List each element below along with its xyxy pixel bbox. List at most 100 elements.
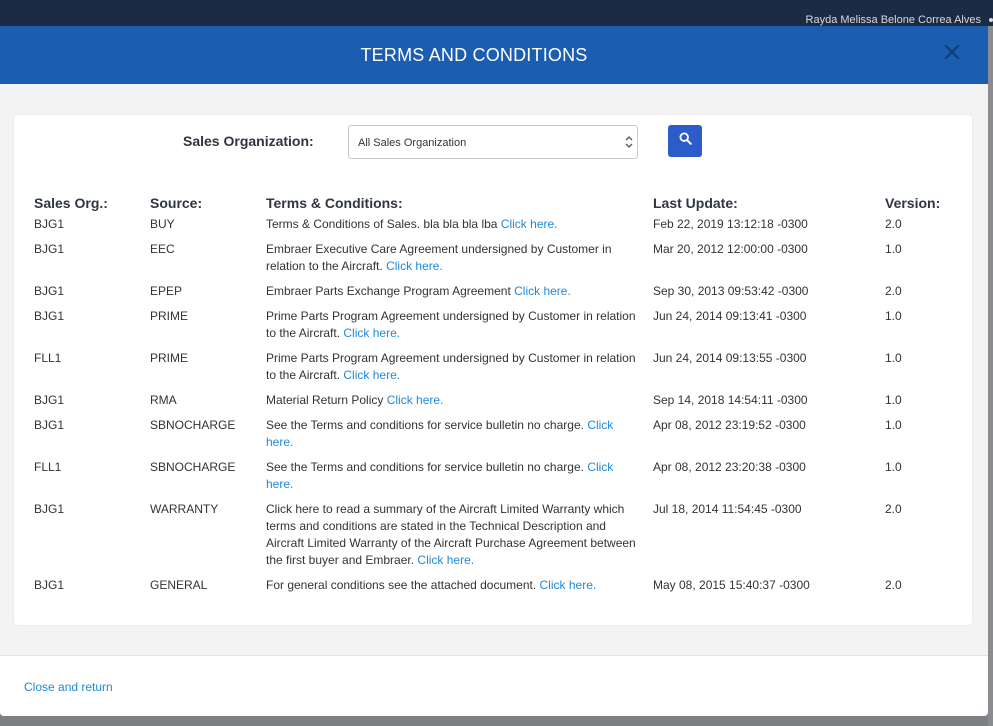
- column-header-sales-org: Sales Org.:: [34, 195, 108, 211]
- table-row: FLL1 SBNOCHARGE See the Terms and condit…: [28, 456, 948, 498]
- table-row: BJG1 GENERAL For general conditions see …: [28, 574, 948, 599]
- terms-text: Terms & Conditions of Sales. bla bla bla…: [266, 217, 498, 231]
- table-row: BJG1 SBNOCHARGE See the Terms and condit…: [28, 414, 948, 456]
- cell-terms: For general conditions see the attached …: [260, 574, 647, 599]
- cell-last-update: Mar 20, 2012 12:00:00 -0300: [653, 242, 808, 256]
- cell-source: EEC: [150, 242, 175, 256]
- cell-last-update: Apr 08, 2012 23:19:52 -0300: [653, 418, 806, 432]
- cell-terms: Click here to read a summary of the Airc…: [260, 498, 647, 574]
- table-row: BJG1 PRIME Prime Parts Program Agreement…: [28, 305, 948, 347]
- table-header-row: Sales Org.: Source: Terms & Conditions: …: [28, 191, 948, 213]
- cell-sales-org: BJG1: [34, 284, 65, 298]
- sales-organization-select[interactable]: All Sales Organization: [348, 125, 638, 159]
- modal-title: TERMS AND CONDITIONS: [360, 44, 588, 65]
- cell-sales-org: BJG1: [34, 309, 65, 323]
- cell-terms: Prime Parts Program Agreement undersigne…: [260, 347, 647, 389]
- cell-version: 1.0: [885, 418, 902, 432]
- search-button[interactable]: [668, 125, 702, 157]
- cell-last-update: Jun 24, 2014 09:13:55 -0300: [653, 351, 807, 365]
- cell-last-update: Sep 14, 2018 14:54:11 -0300: [653, 393, 808, 407]
- close-icon[interactable]: [942, 42, 962, 62]
- modal-header: TERMS AND CONDITIONS: [0, 26, 988, 84]
- cell-last-update: Jul 18, 2014 11:54:45 -0300: [653, 502, 802, 516]
- click-here-link[interactable]: Click here.: [417, 553, 474, 567]
- table-row: BJG1 WARRANTY Click here to read a summa…: [28, 498, 948, 574]
- background-content-strip: [988, 26, 993, 726]
- cell-sales-org: BJG1: [34, 242, 65, 256]
- cell-source: PRIME: [150, 309, 189, 323]
- cell-terms: See the Terms and conditions for service…: [260, 414, 647, 456]
- terms-text: Prime Parts Program Agreement undersigne…: [266, 351, 636, 382]
- table-row: BJG1 EPEP Embraer Parts Exchange Program…: [28, 280, 948, 305]
- cell-source: BUY: [150, 217, 175, 231]
- cell-last-update: Apr 08, 2012 23:20:38 -0300: [653, 460, 806, 474]
- cell-version: 1.0: [885, 393, 902, 407]
- terms-text: See the Terms and conditions for service…: [266, 418, 584, 432]
- cell-last-update: May 08, 2015 15:40:37 -0300: [653, 578, 810, 592]
- cell-terms: Embraer Parts Exchange Program Agreement…: [260, 280, 647, 305]
- table-row: BJG1 BUY Terms & Conditions of Sales. bl…: [28, 213, 948, 238]
- click-here-link[interactable]: Click here.: [501, 217, 558, 231]
- terms-panel: Sales Organization: All Sales Organizati…: [14, 115, 972, 625]
- user-name[interactable]: Rayda Melissa Belone Correa Alves: [806, 14, 981, 26]
- cell-version: 2.0: [885, 502, 902, 516]
- terms-text: See the Terms and conditions for service…: [266, 460, 584, 474]
- sales-organization-selected: All Sales Organization: [358, 137, 467, 149]
- cell-sales-org: BJG1: [34, 418, 65, 432]
- cell-sales-org: FLL1: [34, 351, 62, 365]
- cell-version: 1.0: [885, 460, 902, 474]
- cell-source: SBNOCHARGE: [150, 460, 236, 474]
- table-row: BJG1 EEC Embraer Executive Care Agreemen…: [28, 238, 948, 280]
- cell-last-update: Sep 30, 2013 09:53:42 -0300: [653, 284, 809, 298]
- terms-table: Sales Org.: Source: Terms & Conditions: …: [28, 191, 948, 599]
- cell-source: SBNOCHARGE: [150, 418, 236, 432]
- cell-sales-org: BJG1: [34, 578, 65, 592]
- terms-text: Prime Parts Program Agreement undersigne…: [266, 309, 636, 340]
- column-header-version: Version:: [885, 195, 941, 211]
- click-here-link[interactable]: Click here.: [343, 326, 400, 340]
- terms-text: Material Return Policy: [266, 393, 384, 407]
- cell-sales-org: BJG1: [34, 393, 65, 407]
- cell-sales-org: FLL1: [34, 460, 62, 474]
- cell-last-update: Feb 22, 2019 13:12:18 -0300: [653, 217, 808, 231]
- sales-organization-label: Sales Organization:: [183, 133, 314, 149]
- click-here-link[interactable]: Click here.: [514, 284, 571, 298]
- cell-sales-org: BJG1: [34, 217, 65, 231]
- menu-dot-icon: [989, 18, 993, 22]
- cell-source: GENERAL: [150, 578, 208, 592]
- cell-version: 1.0: [885, 309, 902, 323]
- cell-terms: Terms & Conditions of Sales. bla bla bla…: [260, 213, 647, 238]
- cell-terms: See the Terms and conditions for service…: [260, 456, 647, 498]
- cell-version: 1.0: [885, 351, 902, 365]
- click-here-link[interactable]: Click here.: [387, 393, 444, 407]
- column-header-last-update: Last Update:: [653, 195, 738, 211]
- cell-sales-org: BJG1: [34, 502, 65, 516]
- close-and-return-link[interactable]: Close and return: [24, 680, 113, 694]
- click-here-link[interactable]: Click here.: [386, 259, 443, 273]
- cell-terms: Prime Parts Program Agreement undersigne…: [260, 305, 647, 347]
- column-header-source: Source:: [150, 195, 203, 211]
- app-top-bar: Rayda Melissa Belone Correa Alves: [0, 0, 993, 26]
- cell-version: 1.0: [885, 242, 902, 256]
- cell-source: EPEP: [150, 284, 183, 298]
- click-here-link[interactable]: Click here.: [540, 578, 597, 592]
- cell-version: 2.0: [885, 578, 902, 592]
- table-row: FLL1 PRIME Prime Parts Program Agreement…: [28, 347, 948, 389]
- terms-text: For general conditions see the attached …: [266, 578, 537, 592]
- cell-terms: Embraer Executive Care Agreement undersi…: [260, 238, 647, 280]
- select-arrows-icon: [625, 135, 633, 149]
- cell-source: WARRANTY: [150, 502, 219, 516]
- modal-footer: Close and return: [0, 655, 988, 716]
- filter-row: Sales Organization: All Sales Organizati…: [14, 125, 972, 161]
- cell-version: 2.0: [885, 284, 902, 298]
- cell-version: 2.0: [885, 217, 902, 231]
- cell-terms: Material Return Policy Click here.: [260, 389, 647, 414]
- terms-text: Embraer Parts Exchange Program Agreement: [266, 284, 511, 298]
- terms-modal: TERMS AND CONDITIONS Sales Organization:…: [0, 26, 988, 716]
- cell-source: PRIME: [150, 351, 189, 365]
- table-row: BJG1 RMA Material Return Policy Click he…: [28, 389, 948, 414]
- click-here-link[interactable]: Click here.: [343, 368, 400, 382]
- search-icon: [678, 132, 692, 150]
- column-header-terms: Terms & Conditions:: [266, 195, 403, 211]
- cell-source: RMA: [150, 393, 177, 407]
